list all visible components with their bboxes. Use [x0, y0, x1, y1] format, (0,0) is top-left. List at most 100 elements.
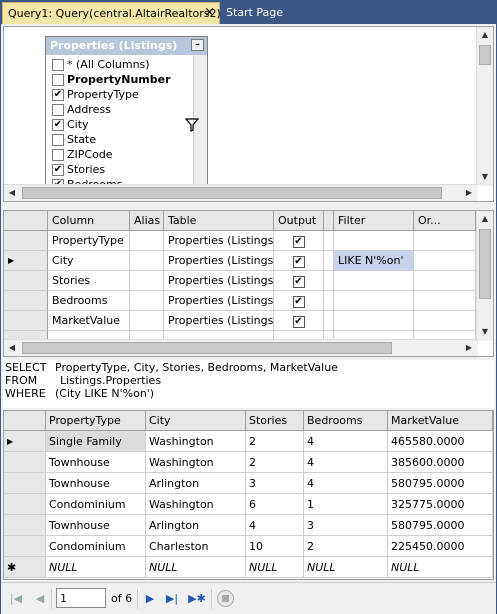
row-selector[interactable]: ✱	[4, 557, 46, 578]
criteria-column-cell[interactable]: City	[48, 251, 130, 271]
results-row[interactable]: Condominium Charleston 10 2 225450.0000	[4, 536, 493, 557]
results-cell[interactable]: 1	[304, 494, 388, 515]
results-row[interactable]: ▶ Single Family Washington 2 4 465580.0000	[4, 431, 493, 452]
criteria-row[interactable]: Stories Properties (Listings) ✔	[4, 271, 493, 291]
criteria-or-cell[interactable]	[414, 251, 476, 271]
criteria-row[interactable]: MarketValue Properties (Listings) ✔	[4, 311, 493, 331]
output-checkbox[interactable]: ✔	[292, 316, 305, 328]
table-column-item[interactable]: ✔ City	[46, 118, 207, 133]
criteria-horizontal-scrollbar[interactable]: ◀ ▶	[4, 339, 478, 356]
results-cell[interactable]: Arlington	[146, 473, 246, 494]
results-column-header[interactable]: Stories	[246, 411, 304, 431]
results-cell[interactable]: 4	[304, 473, 388, 494]
results-cell[interactable]: 10	[246, 536, 304, 557]
row-selector[interactable]	[4, 473, 46, 494]
results-cell[interactable]: Condominium	[46, 536, 146, 557]
results-column-header[interactable]: MarketValue	[388, 411, 493, 431]
criteria-table-cell[interactable]: Properties (Listings)	[164, 311, 274, 331]
criteria-column-cell[interactable]: PropertyType	[48, 231, 130, 251]
output-checkbox[interactable]: ✔	[292, 236, 305, 248]
results-cell[interactable]: 4	[246, 515, 304, 536]
criteria-or-cell[interactable]	[414, 311, 476, 331]
diagram-horizontal-scrollbar[interactable]: ◀ ▶	[4, 184, 478, 201]
scroll-thumb[interactable]	[22, 342, 392, 354]
scroll-down-icon[interactable]: ▼	[477, 324, 493, 340]
tab-start-page[interactable]: Start Page	[226, 6, 283, 19]
criteria-table-cell[interactable]: Properties (Listings)	[164, 271, 274, 291]
table-title[interactable]: Properties (Listings) –	[46, 37, 207, 55]
results-cell[interactable]: Townhouse	[46, 515, 146, 536]
results-cell[interactable]: 3	[246, 473, 304, 494]
results-cell[interactable]: 4	[304, 431, 388, 452]
criteria-vertical-scrollbar[interactable]: ▲ ▼	[476, 211, 493, 341]
results-cell[interactable]: 580795.0000	[388, 473, 493, 494]
criteria-output-cell[interactable]: ✔	[274, 271, 324, 291]
table-column-item[interactable]: ✔ Stories	[46, 163, 207, 178]
criteria-or-cell[interactable]	[414, 291, 476, 311]
scroll-down-icon[interactable]: ▼	[477, 169, 493, 185]
scroll-right-icon[interactable]: ▶	[461, 340, 477, 356]
criteria-sort-cell[interactable]	[324, 311, 334, 331]
criteria-output-cell[interactable]: ✔	[274, 291, 324, 311]
scroll-left-icon[interactable]: ◀	[4, 185, 20, 201]
criteria-output-cell[interactable]: ✔	[274, 251, 324, 271]
results-cell[interactable]: 4	[304, 452, 388, 473]
criteria-grid[interactable]: Column Alias Table Output Filter Or... P…	[3, 210, 494, 357]
tab-query1[interactable]: Query1: Query(central.AltairRealtors2) ×	[2, 2, 221, 24]
results-row[interactable]: Condominium Washington 6 1 325775.0000	[4, 494, 493, 515]
results-cell[interactable]: 2	[246, 431, 304, 452]
criteria-alias-cell[interactable]	[130, 291, 164, 311]
new-record-icon[interactable]: ▶✱	[187, 592, 207, 606]
results-cell[interactable]: NULL	[304, 557, 388, 578]
header-or[interactable]: Or...	[414, 211, 476, 231]
table-column-item[interactable]: PropertyNumber	[46, 73, 207, 88]
table-column-item[interactable]: ZIPCode	[46, 148, 207, 163]
first-record-icon[interactable]: |◀	[9, 592, 23, 606]
results-cell[interactable]: 465580.0000	[388, 431, 493, 452]
table-column-item[interactable]: * (All Columns)	[46, 58, 207, 73]
results-cell[interactable]: 3	[304, 515, 388, 536]
results-cell[interactable]: NULL	[146, 557, 246, 578]
column-checkbox[interactable]	[52, 149, 64, 161]
results-cell[interactable]: 2	[304, 536, 388, 557]
column-checkbox[interactable]	[52, 104, 64, 116]
criteria-column-cell[interactable]: MarketValue	[48, 311, 130, 331]
row-selector[interactable]	[4, 311, 48, 331]
criteria-sort-cell[interactable]	[324, 291, 334, 311]
table-column-item[interactable]: ✔ PropertyType	[46, 88, 207, 103]
results-cell[interactable]: NULL	[388, 557, 493, 578]
row-selector[interactable]	[4, 452, 46, 473]
results-cell[interactable]: 325775.0000	[388, 494, 493, 515]
criteria-alias-cell[interactable]	[130, 251, 164, 271]
criteria-column-cell[interactable]: Stories	[48, 271, 130, 291]
column-checkbox[interactable]	[52, 59, 64, 71]
results-cell[interactable]: Charleston	[146, 536, 246, 557]
criteria-filter-cell[interactable]	[334, 291, 414, 311]
results-cell[interactable]: Washington	[146, 431, 246, 452]
criteria-alias-cell[interactable]	[130, 311, 164, 331]
diagram-vertical-scrollbar[interactable]: ▲ ▼	[476, 27, 493, 186]
results-cell[interactable]: Condominium	[46, 494, 146, 515]
scroll-left-icon[interactable]: ◀	[4, 340, 20, 356]
row-selector[interactable]	[4, 271, 48, 291]
row-selector[interactable]	[4, 231, 48, 251]
results-cell[interactable]: Washington	[146, 452, 246, 473]
results-cell[interactable]: NULL	[46, 557, 146, 578]
results-cell[interactable]: 225450.0000	[388, 536, 493, 557]
row-selector[interactable]	[4, 536, 46, 557]
header-column[interactable]: Column	[48, 211, 130, 231]
results-cell[interactable]: Single Family	[46, 431, 146, 452]
row-selector[interactable]: ▶	[4, 431, 46, 452]
criteria-alias-cell[interactable]	[130, 271, 164, 291]
results-cell[interactable]: 2	[246, 452, 304, 473]
page-number-input[interactable]	[56, 588, 106, 608]
results-row[interactable]: Townhouse Washington 2 4 385600.0000	[4, 452, 493, 473]
scroll-thumb[interactable]	[479, 45, 491, 65]
results-cell[interactable]: Arlington	[146, 515, 246, 536]
criteria-table-cell[interactable]: Properties (Listings)	[164, 251, 274, 271]
criteria-filter-cell[interactable]: LIKE N'%on'	[334, 251, 414, 271]
results-cell[interactable]: NULL	[246, 557, 304, 578]
stop-query-icon[interactable]	[217, 590, 234, 607]
results-new-row[interactable]: ✱ NULL NULL NULL NULL NULL	[4, 557, 493, 578]
criteria-row[interactable]: Bedrooms Properties (Listings) ✔	[4, 291, 493, 311]
